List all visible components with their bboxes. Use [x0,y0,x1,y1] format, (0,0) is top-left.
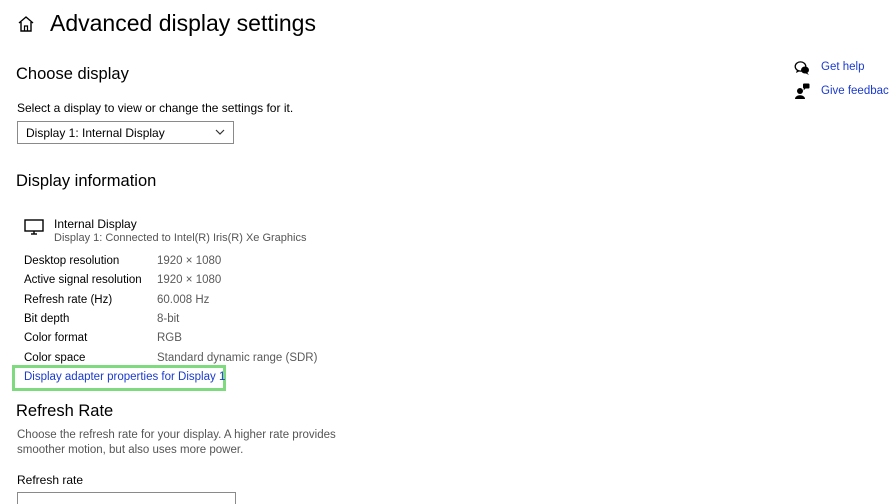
home-icon[interactable] [16,14,36,34]
refresh-rate-heading: Refresh Rate [16,402,114,420]
monitor-icon [24,219,44,235]
choose-display-instruction: Select a display to view or change the s… [17,101,294,115]
color-space-value: Standard dynamic range (SDR) [157,352,318,364]
give-feedback-icon[interactable] [794,83,810,99]
refresh-rate-dropdown[interactable] [17,492,236,504]
chevron-down-icon [215,129,225,135]
display-name: Internal Display [54,217,137,231]
display-information-heading: Display information [16,172,157,190]
choose-display-heading: Choose display [16,65,129,83]
refresh-rate-value: 60.008 Hz [157,294,210,306]
give-feedback-link[interactable]: Give feedback [821,85,889,97]
color-format-label: Color format [24,332,88,344]
refresh-rate-description: Choose the refresh rate for your display… [17,429,336,456]
desktop-resolution-label: Desktop resolution [24,255,120,267]
display-select-dropdown[interactable]: Display 1: Internal Display [17,121,234,144]
desktop-resolution-value: 1920 × 1080 [157,255,222,267]
refresh-rate-label: Refresh rate (Hz) [24,294,113,306]
display-connection: Display 1: Connected to Intel(R) Iris(R)… [54,232,307,244]
bit-depth-value: 8-bit [157,313,180,325]
color-format-value: RGB [157,332,182,344]
get-help-icon[interactable] [794,60,810,76]
bit-depth-label: Bit depth [24,313,70,325]
display-adapter-properties-link[interactable]: Display adapter properties for Display 1 [24,371,225,383]
active-signal-resolution-value: 1920 × 1080 [157,274,222,286]
page-title: Advanced display settings [50,10,316,36]
display-select-value: Display 1: Internal Display [26,125,165,140]
get-help-link[interactable]: Get help [821,61,864,73]
active-signal-resolution-label: Active signal resolution [24,274,142,286]
refresh-rate-field-label: Refresh rate [17,473,84,487]
color-space-label: Color space [24,352,86,364]
